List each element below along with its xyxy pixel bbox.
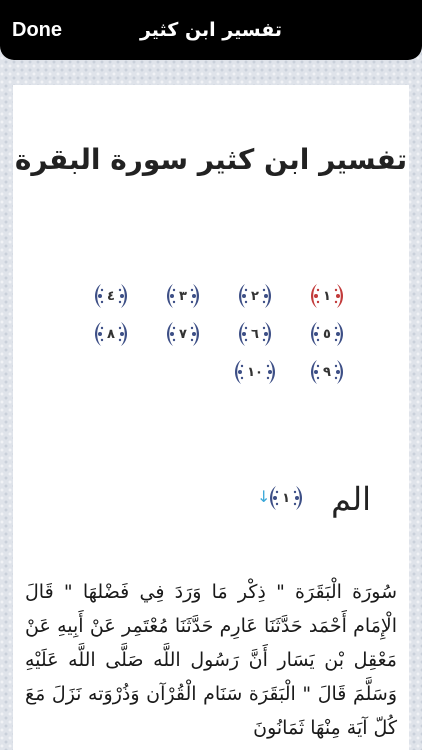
verse-link-7[interactable]: ٧ xyxy=(150,319,216,349)
ornament-bracket-icon xyxy=(266,360,275,384)
verse-link-6[interactable]: ٦ xyxy=(222,319,288,349)
top-bar: Done تفسير ابن كثير xyxy=(0,0,422,60)
content-card: تفسير ابن كثير سورة البقرة ١ ٢ ٣ ٤ ٥ ٦ ٧ ٨ ٩ ١٠ ا… xyxy=(13,85,409,750)
ornament-bracket-icon xyxy=(190,284,199,308)
ornament-bracket-icon xyxy=(311,284,320,308)
verse-link-5[interactable]: ٥ xyxy=(294,319,360,349)
verse-number: ١ xyxy=(282,490,290,506)
verse-number: ١٠ xyxy=(247,364,263,380)
ornament-bracket-icon xyxy=(95,284,104,308)
ayah-heading: الم ١ ↓ xyxy=(13,477,409,521)
ornament-bracket-icon xyxy=(118,322,127,346)
ornament-bracket-icon xyxy=(334,284,343,308)
ornament-bracket-icon xyxy=(334,360,343,384)
ayah-text: الم xyxy=(331,480,371,518)
ornament-bracket-icon xyxy=(293,486,302,510)
verse-number: ٥ xyxy=(323,326,331,342)
verse-link-3[interactable]: ٣ xyxy=(150,281,216,311)
page-title: تفسير ابن كثير سورة البقرة xyxy=(14,143,408,176)
verse-number: ٣ xyxy=(179,288,187,304)
verse-number: ٢ xyxy=(251,288,259,304)
verse-link-8[interactable]: ٨ xyxy=(78,319,144,349)
ornament-bracket-icon xyxy=(167,284,176,308)
ornament-bracket-icon xyxy=(190,322,199,346)
ornament-bracket-icon xyxy=(118,284,127,308)
ornament-bracket-icon xyxy=(95,322,104,346)
verse-link-10[interactable]: ١٠ xyxy=(222,357,288,387)
ornament-bracket-icon xyxy=(239,322,248,346)
ornament-bracket-icon xyxy=(167,322,176,346)
verse-number: ٧ xyxy=(179,326,187,342)
verse-link-9[interactable]: ٩ xyxy=(294,357,360,387)
ornament-bracket-icon xyxy=(311,360,320,384)
verse-number: ٦ xyxy=(251,326,259,342)
verse-index-grid: ١ ٢ ٣ ٤ ٥ ٦ ٧ ٨ ٩ ١٠ xyxy=(73,281,363,395)
ornament-bracket-icon xyxy=(239,284,248,308)
verse-number: ٤ xyxy=(107,288,115,304)
ayah-number-marker: ١ xyxy=(265,484,307,512)
down-arrow-icon[interactable]: ↓ xyxy=(257,487,270,506)
verse-link-1[interactable]: ١ xyxy=(294,281,360,311)
ornament-bracket-icon xyxy=(262,284,271,308)
tafsir-body-text: سُورَة الْبَقَرَة " ذِكْر مَا وَرَدَ فِي… xyxy=(25,581,397,739)
verse-number: ١ xyxy=(323,288,331,304)
ornament-bracket-icon xyxy=(334,322,343,346)
verse-number: ٨ xyxy=(107,326,115,342)
done-button[interactable]: Done xyxy=(12,15,62,45)
ornament-bracket-icon xyxy=(311,322,320,346)
ornament-bracket-icon xyxy=(262,322,271,346)
ornament-bracket-icon xyxy=(235,360,244,384)
verse-link-2[interactable]: ٢ xyxy=(222,281,288,311)
verse-link-4[interactable]: ٤ xyxy=(78,281,144,311)
nav-title: تفسير ابن كثير xyxy=(139,19,283,41)
verse-number: ٩ xyxy=(323,364,331,380)
